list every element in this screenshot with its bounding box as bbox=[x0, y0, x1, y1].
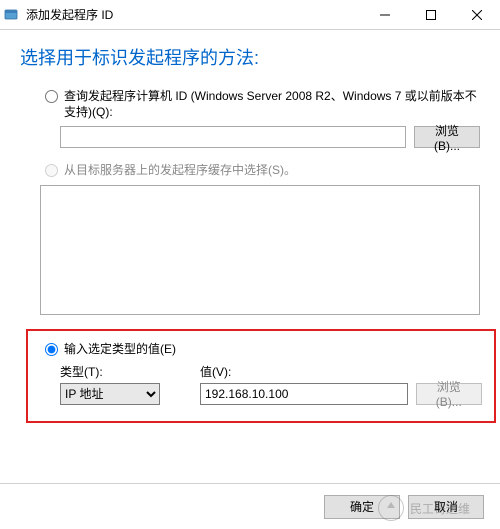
app-icon bbox=[0, 0, 24, 30]
computer-id-input[interactable] bbox=[60, 126, 406, 148]
browse-value-button: 浏览(B)... bbox=[416, 383, 482, 405]
maximize-button[interactable] bbox=[408, 0, 454, 30]
radio-query-computer-id-label: 查询发起程序计算机 ID (Windows Server 2008 R2、Win… bbox=[64, 88, 480, 120]
radio-query-computer-id[interactable] bbox=[45, 90, 58, 103]
ok-button[interactable]: 确定 bbox=[324, 495, 400, 519]
initiator-cache-list bbox=[40, 185, 480, 315]
value-input[interactable] bbox=[200, 383, 408, 405]
minimize-button[interactable] bbox=[362, 0, 408, 30]
radio-enter-value[interactable] bbox=[45, 343, 58, 356]
browse-computer-id-button[interactable]: 浏览(B)... bbox=[414, 126, 480, 148]
cancel-button[interactable]: 取消 bbox=[408, 495, 484, 519]
type-select[interactable]: IP 地址 bbox=[60, 383, 160, 405]
selected-option-highlight: 输入选定类型的值(E) 类型(T): IP 地址 值(V): 浏览(B)... bbox=[26, 329, 496, 423]
page-heading: 选择用于标识发起程序的方法: bbox=[0, 36, 500, 88]
radio-enter-value-label: 输入选定类型的值(E) bbox=[64, 341, 176, 357]
close-button[interactable] bbox=[454, 0, 500, 30]
type-label: 类型(T): bbox=[60, 363, 160, 380]
title-bar: 添加发起程序 ID bbox=[0, 0, 500, 30]
dialog-footer: 确定 取消 民工哥运维 bbox=[0, 483, 500, 529]
radio-select-from-cache bbox=[45, 164, 58, 177]
radio-select-from-cache-label: 从目标服务器上的发起程序缓存中选择(S)。 bbox=[64, 162, 296, 178]
value-label: 值(V): bbox=[200, 363, 482, 380]
window-title: 添加发起程序 ID bbox=[24, 6, 362, 23]
